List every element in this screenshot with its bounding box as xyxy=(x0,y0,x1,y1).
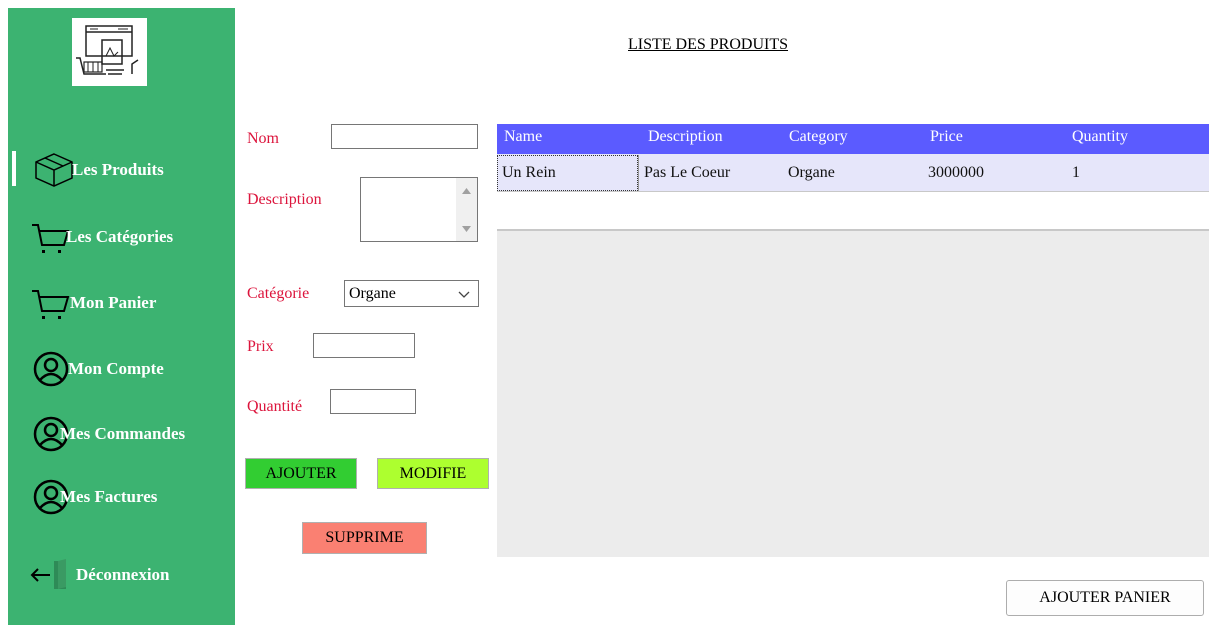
nom-input[interactable] xyxy=(331,124,478,149)
column-header-price[interactable]: Price xyxy=(930,128,963,146)
cell-name[interactable]: Un Rein xyxy=(502,164,556,182)
prix-input[interactable] xyxy=(313,333,415,358)
column-header-quantity[interactable]: Quantity xyxy=(1072,128,1128,146)
ajouter-panier-button[interactable]: AJOUTER PANIER xyxy=(1006,580,1204,616)
ajouter-button[interactable]: AJOUTER xyxy=(245,458,357,489)
sidebar-item-panier[interactable]: Mon Panier xyxy=(10,283,230,323)
column-header-name[interactable]: Name xyxy=(504,128,542,146)
cell-category[interactable]: Organe xyxy=(788,164,835,182)
scroll-arrows-icon xyxy=(462,188,471,232)
sidebar-item-label: Déconnexion xyxy=(76,565,170,584)
shop-logo-icon xyxy=(76,25,139,75)
modifie-button[interactable]: MODIFIE xyxy=(377,458,489,489)
sidebar-item-deconnexion[interactable]: Déconnexion xyxy=(10,555,230,595)
user-icon xyxy=(33,351,69,387)
sidebar-item-categories[interactable]: Les Catégories xyxy=(10,217,230,257)
sidebar-item-label: Les Produits xyxy=(72,160,164,179)
sidebar-item-commandes[interactable]: Mes Commandes xyxy=(10,414,230,454)
cart-icon xyxy=(32,290,70,319)
column-header-category[interactable]: Category xyxy=(789,128,848,146)
app-logo xyxy=(72,18,147,86)
quantite-label: Quantité xyxy=(247,398,303,415)
sidebar-item-label: Mon Panier xyxy=(70,293,157,312)
cell-quantity[interactable]: 1 xyxy=(1072,164,1080,182)
description-textarea[interactable] xyxy=(360,177,478,242)
textarea-scrollbar[interactable] xyxy=(456,178,477,241)
page-title: LISTE DES PRODUITS xyxy=(628,36,789,53)
categorie-select[interactable]: Organe xyxy=(344,280,479,307)
description-label: Description xyxy=(247,191,322,208)
categorie-label: Catégorie xyxy=(247,285,310,302)
sidebar-item-produits[interactable]: Les Produits xyxy=(10,150,230,190)
chevron-down-icon xyxy=(458,291,470,298)
supprime-button[interactable]: SUPPRIME xyxy=(302,522,427,554)
nom-label: Nom xyxy=(247,130,279,147)
sidebar-item-factures[interactable]: Mes Factures xyxy=(10,477,230,517)
cart-icon xyxy=(32,224,70,253)
prix-label: Prix xyxy=(247,338,274,355)
sidebar-item-label: Mes Factures xyxy=(60,487,158,506)
categorie-value: Organe xyxy=(349,284,396,302)
sidebar-item-label: Mes Commandes xyxy=(60,424,186,443)
sidebar-item-label: Les Catégories xyxy=(66,227,174,246)
box-icon xyxy=(35,153,73,187)
sidebar-item-compte[interactable]: Mon Compte xyxy=(10,349,230,389)
sidebar-item-label: Mon Compte xyxy=(68,359,164,378)
column-header-description[interactable]: Description xyxy=(648,128,723,146)
quantite-input[interactable] xyxy=(330,389,416,414)
cell-price[interactable]: 3000000 xyxy=(928,164,984,182)
cell-divider xyxy=(638,155,639,191)
logout-icon xyxy=(30,559,66,589)
cell-description[interactable]: Pas Le Coeur xyxy=(644,164,730,182)
